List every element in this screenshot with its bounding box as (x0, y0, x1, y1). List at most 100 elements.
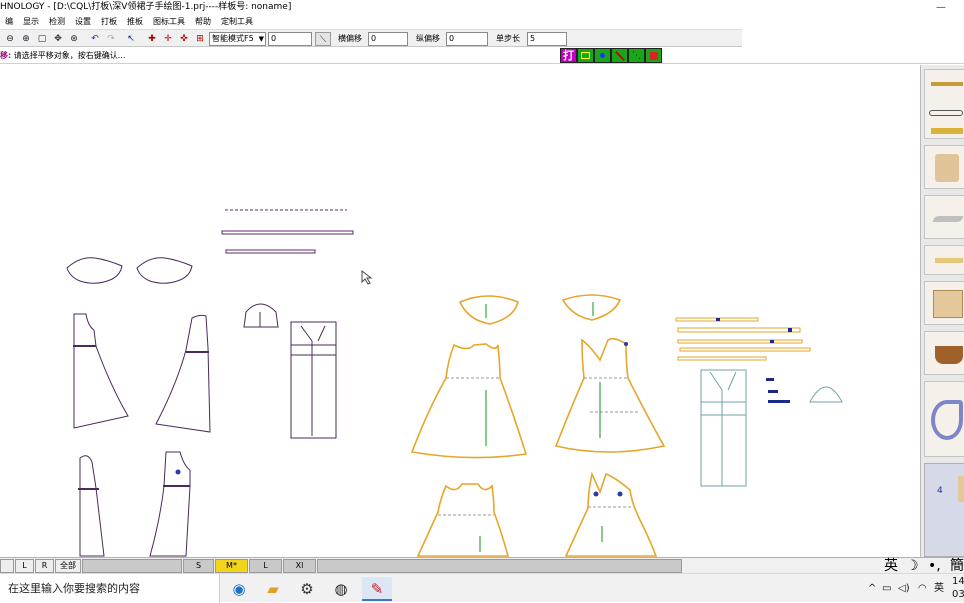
menu-edit[interactable]: 编 (0, 15, 18, 29)
curve-points-icon: ⋱ (632, 51, 641, 61)
mode-point-button[interactable] (594, 48, 611, 63)
edge-icon[interactable]: ◉ (224, 577, 254, 601)
graded-collar-right (561, 294, 622, 321)
chevron-down-icon: ▼ (258, 35, 264, 43)
ime-punct[interactable]: •, (928, 558, 941, 574)
mode-curve-button[interactable]: ⋱ (628, 48, 645, 63)
menu-display[interactable]: 显示 (18, 15, 44, 29)
measuring-tape-icon[interactable] (931, 128, 963, 134)
menu-check[interactable]: 检测 (44, 15, 70, 29)
original-patterns (66, 257, 337, 557)
size-gap (82, 559, 182, 573)
tray-lang[interactable]: 英 (934, 574, 944, 603)
menu-custom-tools[interactable]: 定制工具 (216, 15, 258, 29)
size-tab-left[interactable]: L (15, 559, 34, 573)
size-tab-right[interactable]: R (35, 559, 54, 573)
french-curve-icon[interactable] (931, 400, 963, 440)
tools-group-basket (924, 331, 964, 375)
pen-icon[interactable] (931, 82, 963, 86)
board-icon[interactable] (933, 290, 963, 318)
straight-ruler-icon[interactable] (935, 258, 963, 263)
graded-lower-back (564, 471, 658, 557)
mode-delete-button[interactable] (645, 48, 662, 63)
pan-icon[interactable]: ✥ (51, 32, 65, 46)
bodice-icon[interactable] (935, 154, 959, 182)
undo-icon[interactable]: ↶ (88, 32, 102, 46)
cad-app-icon[interactable]: ✎ (362, 577, 392, 601)
status-prompt: 移: 请选择平移对象，按右键确认... (0, 49, 125, 62)
ime-chs[interactable]: 簡 (950, 558, 964, 574)
tray-volume-icon[interactable]: ◁) (898, 574, 910, 603)
basket-icon[interactable] (935, 346, 963, 364)
ime-lang[interactable]: 英 (884, 558, 898, 574)
select-pointer-icon[interactable]: ↖ (124, 32, 138, 46)
menu-help[interactable]: 帮助 (190, 15, 216, 29)
fit-window-icon[interactable]: ▢ (35, 32, 49, 46)
zoom-window-icon[interactable]: ⊛ (67, 32, 81, 46)
strip-pieces (221, 209, 354, 254)
point-offset-icon[interactable]: ✛ (161, 32, 175, 46)
tray-battery-icon[interactable]: ▭ (882, 574, 891, 603)
tools-group-ruler (924, 245, 964, 275)
right-tool-panel: 4 (920, 65, 964, 557)
mouse-cursor (361, 269, 373, 285)
toolbar-blank (742, 29, 964, 47)
tools-group-french-curve (924, 381, 964, 457)
point-move-icon[interactable]: ✜ (177, 32, 191, 46)
tray-chevron-icon[interactable]: ^ (868, 574, 876, 603)
size-m-button[interactable]: M* (215, 559, 248, 573)
mode-pattern-button[interactable]: 打 (560, 48, 577, 63)
zoom-out-icon[interactable]: ⊖ (3, 32, 17, 46)
menu-settings[interactable]: 设置 (70, 15, 96, 29)
menu-icon-tools[interactable]: 图标工具 (148, 15, 190, 29)
minimize-icon[interactable]: — (918, 0, 964, 15)
mode-line-button[interactable] (611, 48, 628, 63)
size-l-button[interactable]: L (249, 559, 282, 573)
clock-time[interactable]: 14 (952, 575, 964, 589)
mode-pattern-label: 打 (563, 49, 574, 62)
zoom-in-icon[interactable]: ⊕ (19, 32, 33, 46)
menu-grading[interactable]: 推板 (122, 15, 148, 29)
point-align-icon[interactable]: ⊞ (193, 32, 207, 46)
h-offset-label: 横偏移 (338, 34, 362, 43)
size-xl-button[interactable]: Xl (283, 559, 316, 573)
ime-moon-icon[interactable]: ☽ (906, 558, 919, 574)
mode-rectangle-button[interactable] (577, 48, 594, 63)
file-explorer-icon[interactable]: ▰ (258, 577, 288, 601)
chain-icon[interactable] (929, 110, 963, 116)
graded-front-dress (410, 343, 528, 459)
measure-icon[interactable]: ⟍ (315, 32, 331, 46)
pattern-block (290, 321, 337, 439)
notch-marks (175, 342, 628, 497)
mode-select[interactable]: 智能模式F5 ▼ (209, 32, 266, 46)
size-spacer (0, 559, 14, 573)
menu-pattern[interactable]: 打板 (96, 15, 122, 29)
size-tab-all[interactable]: 全部 (55, 559, 81, 573)
size-s-button[interactable]: S (183, 559, 214, 573)
pattern-block-lines (291, 325, 336, 436)
taskbar: 在这里输入你要搜索的内容 ◉ ▰ ⚙ ◍ ✎ ^ ▭ ◁) ◠ 英 14 03- (0, 573, 964, 603)
h-offset-input[interactable]: 0 (368, 32, 408, 46)
tools-group-curve (924, 195, 964, 239)
clock-date[interactable]: 03- (952, 588, 964, 602)
scroll-thumb[interactable] (958, 476, 964, 502)
v-offset-input[interactable]: 0 (446, 32, 488, 46)
value-input[interactable]: 0 (268, 32, 312, 46)
redo-icon[interactable]: ↷ (104, 32, 118, 46)
step-input[interactable]: 5 (527, 32, 567, 46)
collar-piece-left (66, 257, 123, 284)
add-point-icon[interactable]: ✚ (145, 32, 159, 46)
curve-ruler-icon[interactable] (933, 216, 963, 222)
drawing-canvas[interactable] (0, 65, 920, 557)
graded-guidelines (438, 377, 640, 516)
tray-network-icon[interactable]: ◠ (918, 574, 927, 603)
size-panel: 4 (924, 463, 964, 557)
graded-collar-left (458, 295, 519, 325)
settings-gear-icon[interactable]: ⚙ (292, 577, 322, 601)
taskbar-search[interactable]: 在这里输入你要搜索的内容 (0, 574, 220, 603)
size-slots (317, 559, 682, 573)
teal-block (700, 369, 747, 487)
tools-group-board (924, 281, 964, 325)
media-app-icon[interactable]: ◍ (326, 577, 356, 601)
graded-patterns (410, 294, 666, 557)
